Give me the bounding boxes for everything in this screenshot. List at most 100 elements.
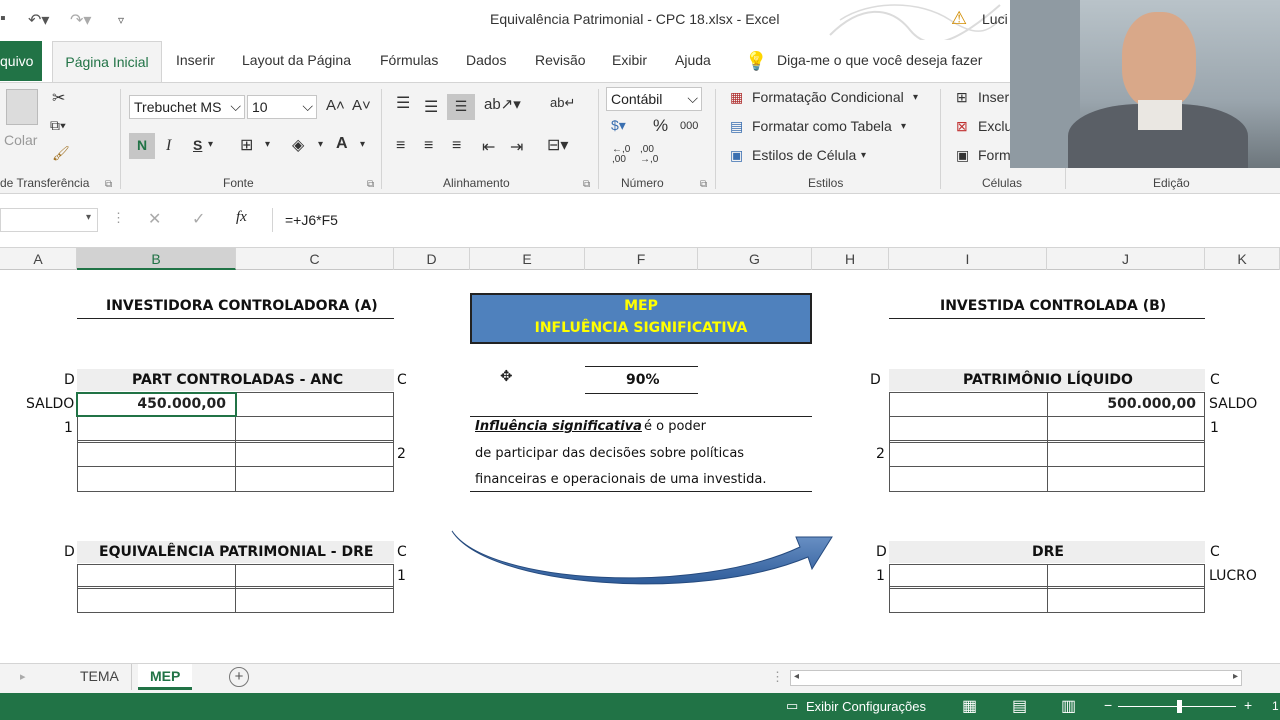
zoom-slider-thumb[interactable] xyxy=(1177,700,1182,713)
tab-view[interactable]: Exibir xyxy=(612,52,647,68)
bold-button[interactable]: N xyxy=(129,133,155,159)
scroll-tabs-icon[interactable]: ▸ xyxy=(20,670,26,683)
zoom-in-icon[interactable]: + xyxy=(1244,697,1252,713)
delete-cells-button[interactable]: Exclu xyxy=(978,118,1012,134)
increase-decimal-icon[interactable]: ←,0,00 xyxy=(612,145,630,165)
tab-home[interactable]: Página Inicial xyxy=(52,41,162,82)
enter-icon[interactable]: ✓ xyxy=(192,209,205,229)
page-break-view-icon[interactable]: ▥ xyxy=(1061,696,1076,716)
column-header[interactable]: I xyxy=(889,248,1047,270)
clipboard-launcher-icon[interactable]: ⧉ xyxy=(105,179,112,190)
customize-toolbar-icon[interactable]: ▿ xyxy=(118,13,124,27)
merge-center-icon[interactable]: ⊟▾ xyxy=(547,135,568,155)
insert-function-icon[interactable]: fx xyxy=(236,209,247,226)
cancel-icon[interactable]: ✕ xyxy=(148,209,161,229)
font-name-select[interactable]: Trebuchet MS ⌵ xyxy=(129,95,245,119)
chevron-down-icon[interactable]: ▾ xyxy=(208,139,213,150)
copy-icon[interactable]: ⧉▾ xyxy=(50,117,66,134)
tab-insert[interactable]: Inserir xyxy=(176,52,215,68)
pl-saldo-value[interactable]: 500.000,00 xyxy=(1050,396,1196,412)
paste-label[interactable]: Colar xyxy=(4,132,37,148)
decrease-indent-icon[interactable]: ⇤ xyxy=(482,137,495,157)
borders-icon[interactable]: ⊞ xyxy=(240,135,253,155)
font-color-icon[interactable]: A xyxy=(336,135,348,153)
wrap-text-icon[interactable]: ab↵ xyxy=(550,95,575,111)
percent-value[interactable]: 90% xyxy=(626,372,660,388)
scroll-right-icon[interactable]: ▸ xyxy=(1233,671,1238,682)
format-painter-icon[interactable]: 🖌 xyxy=(52,145,70,162)
chevron-down-icon[interactable]: ▾ xyxy=(360,139,365,150)
tab-review[interactable]: Revisão xyxy=(535,52,586,68)
warning-icon[interactable]: ⚠ xyxy=(951,8,967,29)
horizontal-scrollbar[interactable]: ◂ ▸ xyxy=(790,670,1242,686)
user-name[interactable]: Luci xyxy=(982,11,1008,27)
chevron-down-icon[interactable]: ▾ xyxy=(318,139,323,150)
fill-color-icon[interactable]: ◈ xyxy=(292,135,304,155)
comma-style-button[interactable]: 000 xyxy=(680,120,698,132)
align-left-icon[interactable]: ≡ xyxy=(396,137,405,155)
worksheet[interactable]: INVESTIDORA CONTROLADORA (A) MEP INFLUÊN… xyxy=(0,270,1280,663)
underline-button[interactable]: S xyxy=(193,137,202,153)
zoom-out-icon[interactable]: − xyxy=(1104,697,1112,713)
increase-font-icon[interactable]: A˄ xyxy=(326,97,345,114)
formula-input[interactable]: =+J6*F5 xyxy=(272,208,1280,232)
column-header[interactable]: F xyxy=(585,248,698,270)
column-header[interactable]: G xyxy=(698,248,812,270)
tab-page-layout[interactable]: Layout da Página xyxy=(242,52,351,68)
align-bottom-icon[interactable]: ☰ xyxy=(447,94,475,120)
page-layout-view-icon[interactable]: ▤ xyxy=(1012,696,1027,716)
tab-data[interactable]: Dados xyxy=(466,52,506,68)
column-header-selected[interactable]: B xyxy=(77,248,236,270)
cell-styles-button[interactable]: Estilos de Célula xyxy=(752,147,856,163)
font-size-select[interactable]: 10 ⌵ xyxy=(247,95,317,119)
orientation-icon[interactable]: ab↗▾ xyxy=(484,95,521,113)
insert-cells-button[interactable]: Inser xyxy=(978,89,1009,105)
save-icon[interactable]: ▪ xyxy=(0,10,6,28)
column-header[interactable]: J xyxy=(1047,248,1205,270)
align-right-icon[interactable]: ≡ xyxy=(452,137,461,155)
number-launcher-icon[interactable]: ⧉ xyxy=(700,179,707,190)
font-launcher-icon[interactable]: ⧉ xyxy=(367,179,374,190)
cut-icon[interactable]: ✂ xyxy=(52,88,65,108)
column-header[interactable]: A xyxy=(0,248,77,270)
tell-me-search[interactable]: Diga-me o que você deseja fazer xyxy=(777,52,982,68)
align-center-icon[interactable]: ≡ xyxy=(424,137,433,155)
alignment-launcher-icon[interactable]: ⧉ xyxy=(583,179,590,190)
accounting-format-icon[interactable]: $▾ xyxy=(611,117,626,134)
conditional-formatting-button[interactable]: Formatação Condicional xyxy=(752,89,904,105)
increase-indent-icon[interactable]: ⇥ xyxy=(510,137,523,157)
column-header[interactable]: H xyxy=(812,248,889,270)
chevron-down-icon[interactable]: ▾ xyxy=(901,121,906,132)
number-format-select[interactable]: Contábil ⌵ xyxy=(606,87,702,111)
tab-help[interactable]: Ajuda xyxy=(675,52,711,68)
tab-file[interactable]: quivo xyxy=(0,41,42,81)
align-middle-icon[interactable]: ☰ xyxy=(424,97,438,117)
name-box[interactable]: ▾ xyxy=(0,208,98,232)
percent-style-button[interactable]: % xyxy=(653,116,668,136)
splitter-icon[interactable]: ⋮ xyxy=(771,669,784,685)
column-header[interactable]: C xyxy=(236,248,394,270)
lightbulb-icon[interactable]: 💡 xyxy=(745,51,767,72)
tab-formulas[interactable]: Fórmulas xyxy=(380,52,438,68)
format-as-table-button[interactable]: Formatar como Tabela xyxy=(752,118,892,134)
align-top-icon[interactable]: ☰ xyxy=(396,93,410,113)
display-settings-button[interactable]: Exibir Configurações xyxy=(806,699,926,714)
column-header[interactable]: E xyxy=(470,248,585,270)
italic-button[interactable]: I xyxy=(166,137,171,155)
chevron-down-icon[interactable]: ▾ xyxy=(265,139,270,150)
redo-icon[interactable]: ↷▾ xyxy=(70,10,91,30)
anc-saldo-value[interactable]: 450.000,00 xyxy=(80,396,226,412)
undo-icon[interactable]: ↶▾ xyxy=(28,10,49,30)
normal-view-icon[interactable]: ▦ xyxy=(962,696,977,716)
decrease-font-icon[interactable]: A˅ xyxy=(352,97,371,114)
add-sheet-icon[interactable]: + xyxy=(229,667,249,687)
chevron-down-icon[interactable]: ▾ xyxy=(913,92,918,103)
column-header[interactable]: K xyxy=(1205,248,1280,270)
sheet-tab-tema[interactable]: TEMA xyxy=(68,664,132,690)
column-header[interactable]: D xyxy=(394,248,470,270)
sheet-tab-mep[interactable]: MEP xyxy=(138,664,193,690)
scroll-left-icon[interactable]: ◂ xyxy=(794,671,799,682)
format-cells-button[interactable]: Form xyxy=(978,147,1011,163)
paste-icon[interactable] xyxy=(6,89,38,125)
chevron-down-icon[interactable]: ▾ xyxy=(861,150,866,161)
